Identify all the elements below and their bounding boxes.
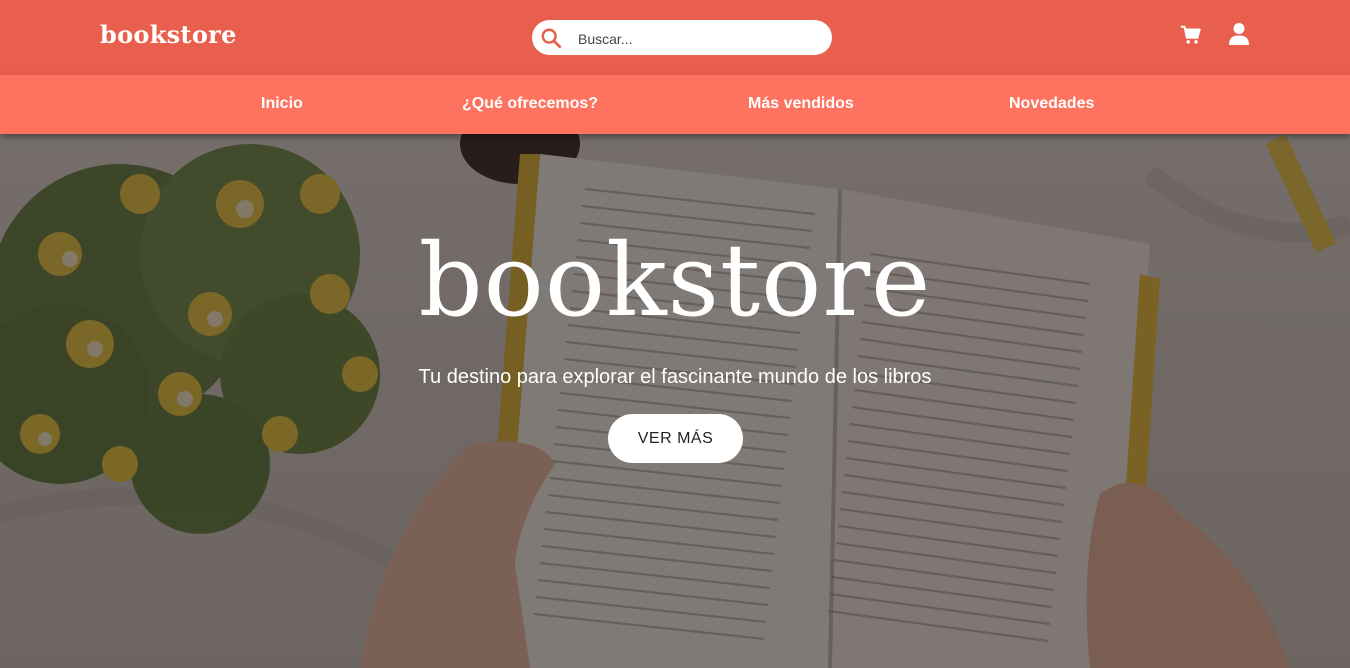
nav-item-inicio[interactable]: Inicio bbox=[261, 95, 303, 113]
hero-subtitle: Tu destino para explorar el fascinante m… bbox=[418, 366, 932, 388]
top-header: bookstore bbox=[0, 0, 1350, 75]
cart-icon[interactable] bbox=[1180, 24, 1202, 46]
search-input[interactable] bbox=[576, 28, 820, 50]
nav-item-que-ofrecemos[interactable]: ¿Qué ofrecemos? bbox=[462, 95, 598, 113]
user-icon[interactable] bbox=[1228, 22, 1250, 46]
hero-title: bookstore bbox=[418, 222, 932, 339]
brand-logo[interactable]: bookstore bbox=[100, 20, 237, 49]
search-icon[interactable] bbox=[540, 27, 562, 49]
ver-mas-button[interactable]: VER MÁS bbox=[608, 414, 743, 463]
main-nav: Inicio ¿Qué ofrecemos? Más vendidos Nove… bbox=[0, 75, 1350, 134]
search-bar bbox=[532, 20, 832, 55]
nav-item-mas-vendidos[interactable]: Más vendidos bbox=[748, 95, 854, 113]
hero-overlay bbox=[0, 134, 1350, 668]
nav-item-novedades[interactable]: Novedades bbox=[1009, 95, 1094, 113]
hero-section: bookstore Tu destino para explorar el fa… bbox=[0, 134, 1350, 668]
